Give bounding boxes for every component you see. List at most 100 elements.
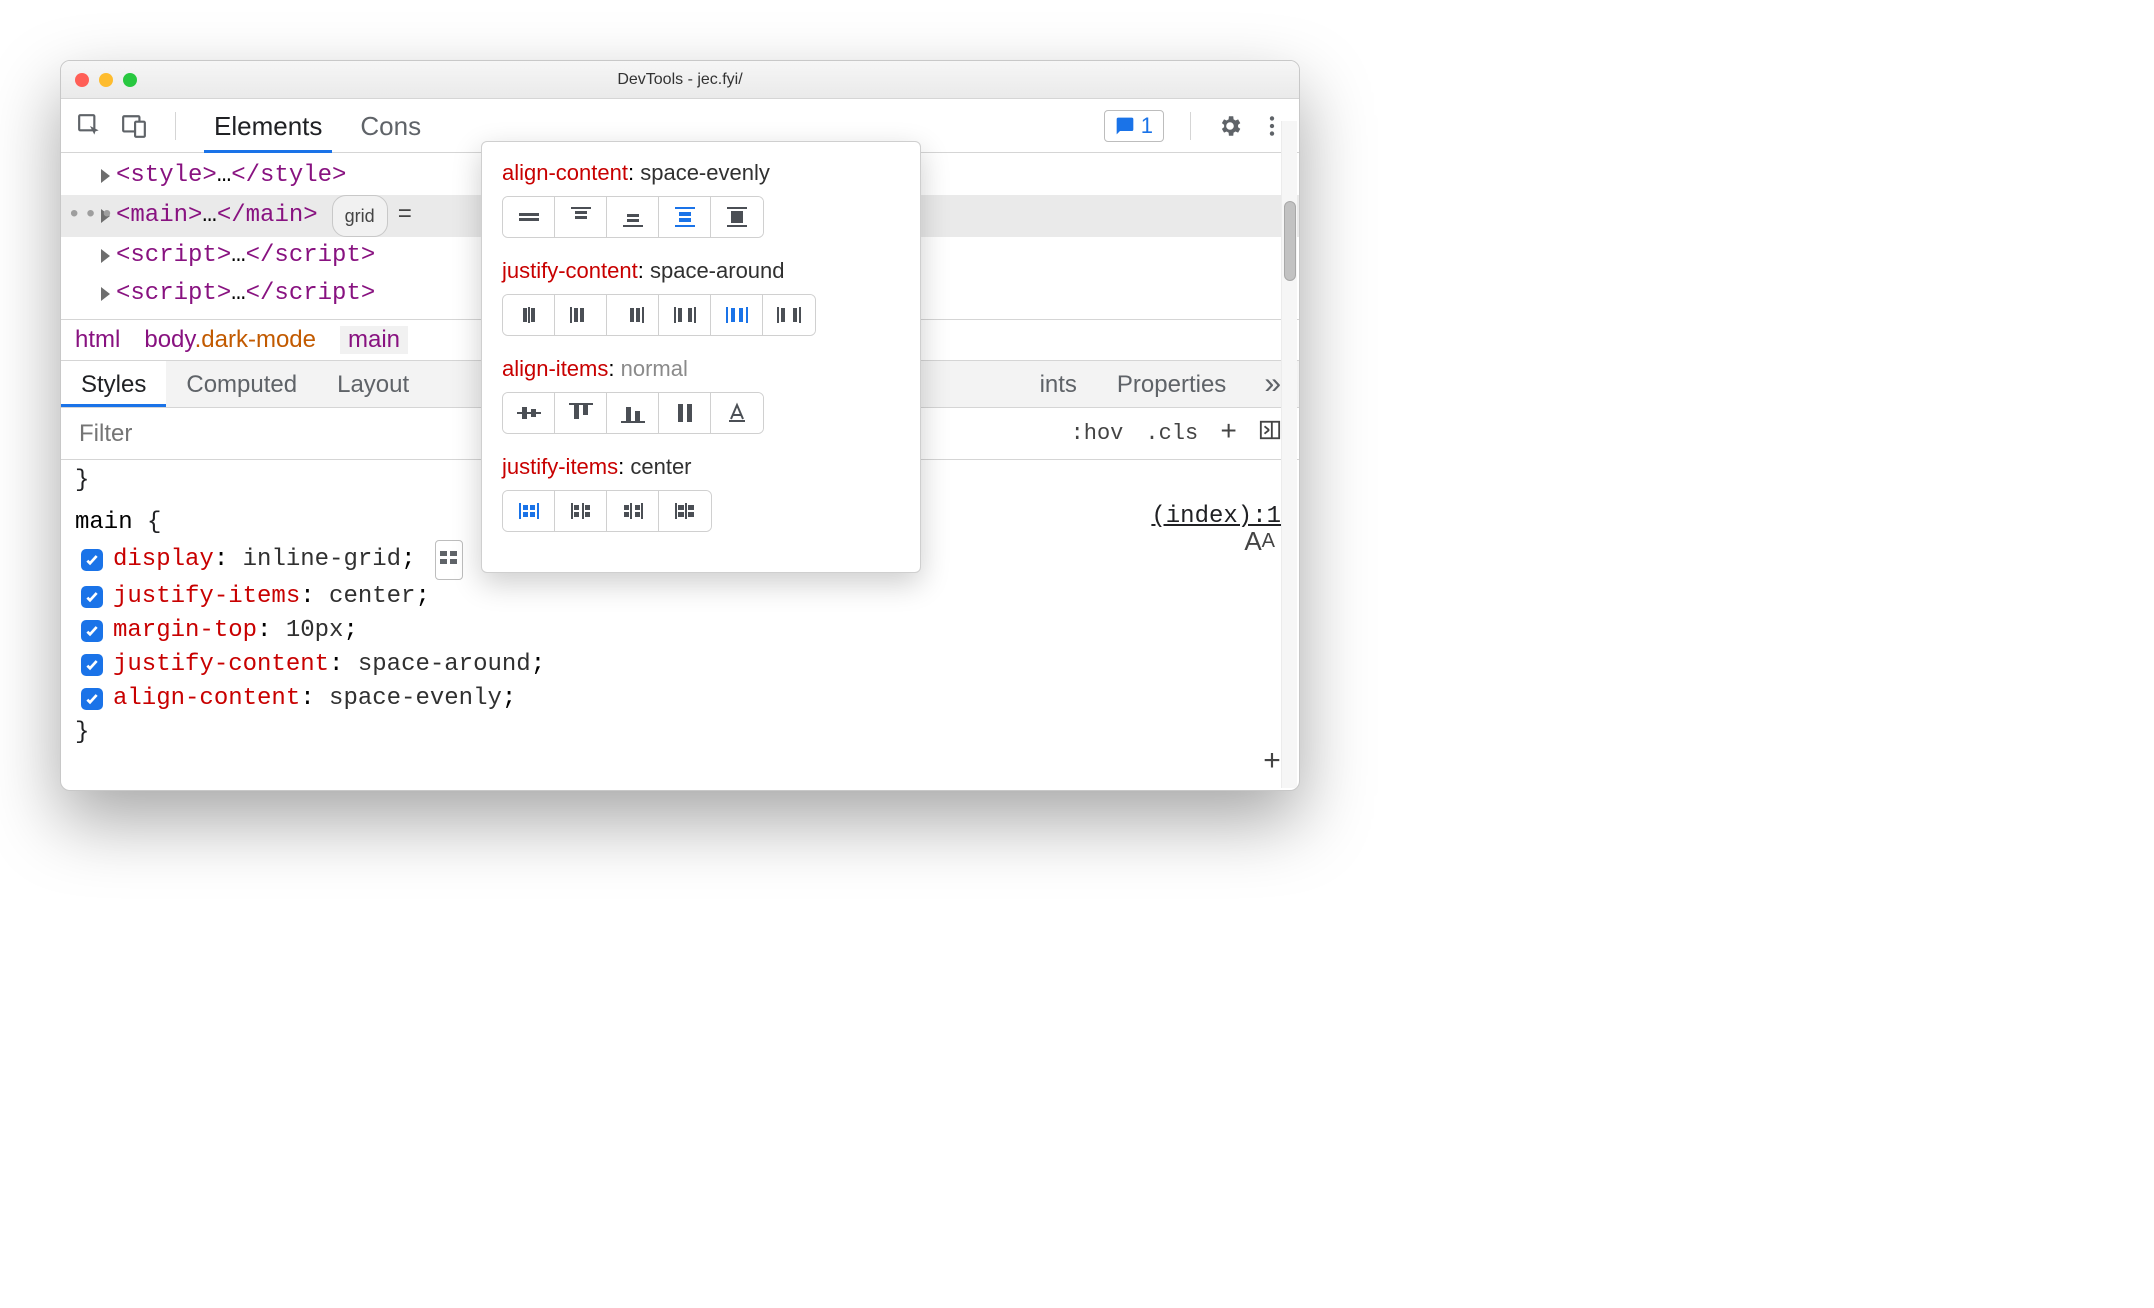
popup-label: align-items: normal bbox=[502, 356, 900, 382]
crumb-body[interactable]: body.dark-mode bbox=[144, 326, 316, 354]
dom-ellipsis-mid: … bbox=[231, 237, 245, 275]
justify-content-option-5-icon[interactable] bbox=[763, 295, 815, 335]
settings-gear-icon[interactable] bbox=[1217, 113, 1243, 139]
expand-caret-icon[interactable] bbox=[101, 287, 110, 301]
selector-text: main bbox=[75, 509, 133, 536]
css-property: justify-items bbox=[113, 583, 300, 610]
grid-editor-popup: align-content: space-evenly justify-conte… bbox=[481, 141, 921, 573]
subtab-computed[interactable]: Computed bbox=[166, 361, 317, 407]
popup-icon-row bbox=[502, 196, 764, 238]
popup-section-align-content: align-content: space-evenly bbox=[502, 160, 900, 238]
dom-ellipsis-mid: … bbox=[202, 197, 216, 235]
dom-tag-close: </style> bbox=[231, 157, 346, 195]
toggle-device-toolbar-icon[interactable] bbox=[121, 113, 147, 139]
popup-prop: justify-items bbox=[502, 454, 618, 479]
dom-trail: = bbox=[398, 197, 412, 235]
css-value: inline-grid bbox=[243, 546, 401, 573]
dom-tag-close: </script> bbox=[246, 275, 376, 313]
popup-label: align-content: space-evenly bbox=[502, 160, 900, 186]
overflow-ellipsis-icon[interactable]: ••• bbox=[67, 197, 116, 235]
inspect-element-icon[interactable] bbox=[77, 113, 103, 139]
dom-tag-open: <script> bbox=[116, 237, 231, 275]
crumb-html[interactable]: html bbox=[75, 326, 120, 354]
popup-val: space-around bbox=[650, 258, 785, 283]
css-property: display bbox=[113, 546, 214, 573]
declaration-row[interactable]: align-content: space-evenly; bbox=[75, 682, 1285, 716]
popup-label: justify-content: space-around bbox=[502, 258, 900, 284]
popup-section-justify-content: justify-content: space-around bbox=[502, 258, 900, 336]
justify-content-option-4-icon[interactable] bbox=[711, 295, 763, 335]
justify-content-option-3-icon[interactable] bbox=[659, 295, 711, 335]
declaration-row[interactable]: justify-items: center; bbox=[75, 580, 1285, 614]
expand-caret-icon[interactable] bbox=[101, 249, 110, 263]
align-content-option-4-icon[interactable] bbox=[711, 197, 763, 237]
css-property: margin-top bbox=[113, 617, 257, 644]
tab-elements[interactable]: Elements bbox=[204, 98, 332, 153]
feedback-button[interactable]: 1 bbox=[1104, 110, 1164, 142]
popup-section-align-items: align-items: normal bbox=[502, 356, 900, 434]
devtools-window: DevTools - jec.fyi/ Elements Cons bbox=[60, 60, 1300, 791]
popup-val: center bbox=[630, 454, 691, 479]
popup-label: justify-items: center bbox=[502, 454, 900, 480]
popup-val: space-evenly bbox=[640, 160, 770, 185]
declaration-row[interactable]: margin-top: 10px; bbox=[75, 614, 1285, 648]
align-items-option-1-icon[interactable] bbox=[555, 393, 607, 433]
expand-caret-icon[interactable] bbox=[101, 169, 110, 183]
css-value: space-around bbox=[358, 651, 531, 678]
justify-items-option-0-icon[interactable] bbox=[503, 491, 555, 531]
subtab-breakpoints-trunc[interactable]: ints bbox=[1020, 361, 1097, 407]
justify-items-option-1-icon[interactable] bbox=[555, 491, 607, 531]
checkbox-icon[interactable] bbox=[81, 549, 103, 571]
window-title: DevTools - jec.fyi/ bbox=[61, 71, 1299, 89]
popup-icon-row bbox=[502, 294, 816, 336]
popup-prop: align-content bbox=[502, 160, 628, 185]
closing-brace: } bbox=[75, 716, 1285, 750]
align-items-option-4-icon[interactable] bbox=[711, 393, 763, 433]
justify-content-option-1-icon[interactable] bbox=[555, 295, 607, 335]
subtab-layout[interactable]: Layout bbox=[317, 361, 429, 407]
dom-ellipsis-mid: … bbox=[217, 157, 231, 195]
justify-content-option-0-icon[interactable] bbox=[503, 295, 555, 335]
checkbox-icon[interactable] bbox=[81, 688, 103, 710]
css-value: 10px bbox=[286, 617, 344, 644]
checkbox-icon[interactable] bbox=[81, 654, 103, 676]
checkbox-icon[interactable] bbox=[81, 586, 103, 608]
mac-titlebar: DevTools - jec.fyi/ bbox=[61, 61, 1299, 99]
source-link[interactable]: (index):1 bbox=[1151, 500, 1281, 534]
layout-badge-grid[interactable]: grid bbox=[332, 195, 388, 237]
popup-prop: justify-content bbox=[502, 258, 638, 283]
toolbar-separator bbox=[175, 112, 176, 140]
align-items-option-0-icon[interactable] bbox=[503, 393, 555, 433]
popup-prop: align-items bbox=[502, 356, 608, 381]
cls-toggle[interactable]: .cls bbox=[1145, 421, 1198, 446]
justify-items-option-3-icon[interactable] bbox=[659, 491, 711, 531]
align-items-option-3-icon[interactable] bbox=[659, 393, 711, 433]
align-items-option-2-icon[interactable] bbox=[607, 393, 659, 433]
add-declaration-button[interactable]: + bbox=[1263, 746, 1281, 780]
dom-tag-close: </main> bbox=[217, 197, 318, 235]
justify-content-option-2-icon[interactable] bbox=[607, 295, 659, 335]
checkbox-icon[interactable] bbox=[81, 620, 103, 642]
align-content-option-3-icon[interactable] bbox=[659, 197, 711, 237]
align-content-option-1-icon[interactable] bbox=[555, 197, 607, 237]
scrollbar-thumb-icon[interactable] bbox=[1284, 201, 1296, 281]
crumb-body-class: .dark-mode bbox=[195, 326, 316, 353]
crumb-main[interactable]: main bbox=[340, 326, 408, 354]
align-content-option-0-icon[interactable] bbox=[503, 197, 555, 237]
vertical-scrollbar[interactable] bbox=[1281, 121, 1297, 788]
css-property: justify-content bbox=[113, 651, 329, 678]
new-style-rule-button[interactable]: + bbox=[1220, 418, 1237, 449]
subtab-properties[interactable]: Properties bbox=[1097, 361, 1246, 407]
popup-icon-row bbox=[502, 490, 712, 532]
toggle-computed-sidebar-icon[interactable] bbox=[1259, 419, 1281, 448]
css-value: center bbox=[329, 583, 415, 610]
grid-editor-icon[interactable] bbox=[435, 540, 463, 580]
hov-toggle[interactable]: :hov bbox=[1071, 421, 1124, 446]
popup-val: normal bbox=[621, 356, 688, 381]
tab-console[interactable]: Cons bbox=[350, 98, 431, 153]
dom-tag-open: <style> bbox=[116, 157, 217, 195]
align-content-option-2-icon[interactable] bbox=[607, 197, 659, 237]
justify-items-option-2-icon[interactable] bbox=[607, 491, 659, 531]
subtab-styles[interactable]: Styles bbox=[61, 361, 166, 407]
declaration-row[interactable]: justify-content: space-around; bbox=[75, 648, 1285, 682]
